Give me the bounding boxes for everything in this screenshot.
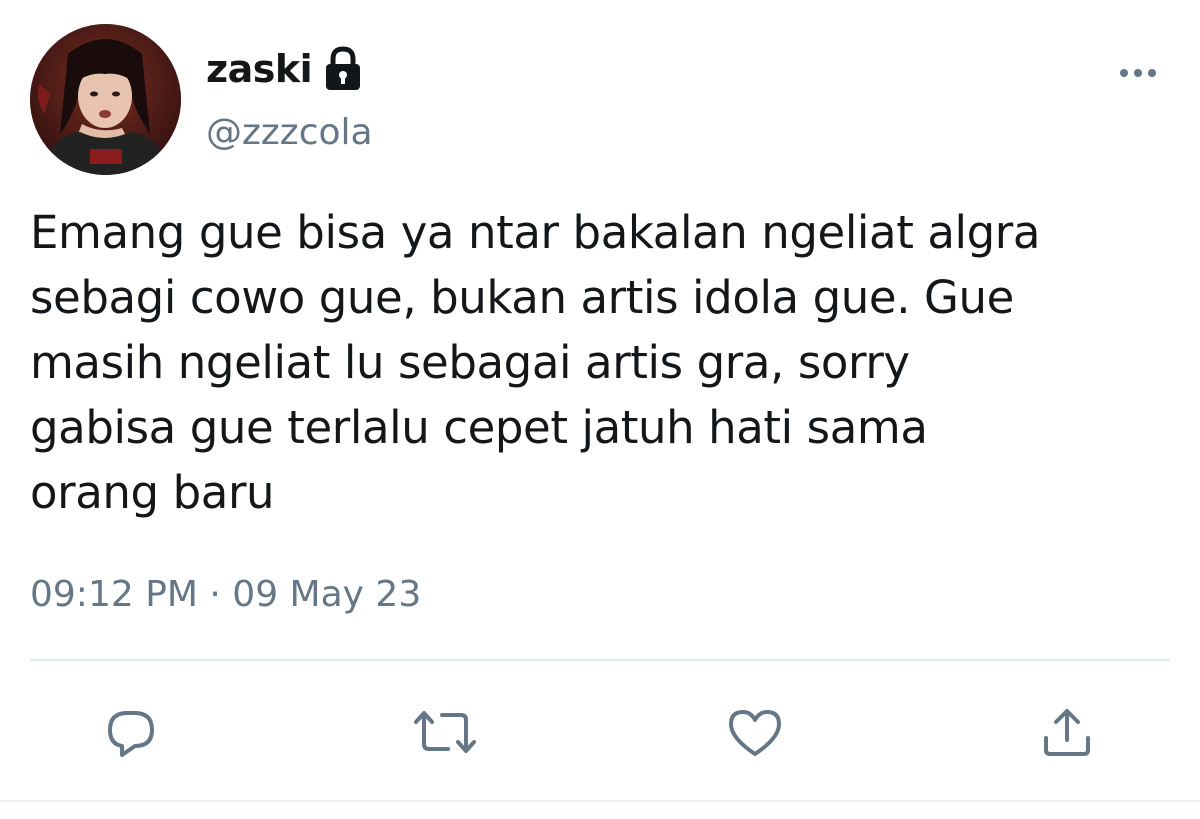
- tweet-card: zaski @zzzcola Emang gue bisa ya ntar ba…: [0, 0, 1200, 819]
- divider: [30, 659, 1170, 661]
- tweet-text-line: sebagi cowo gue, bukan artis idola gue. …: [30, 271, 1014, 324]
- more-dots-icon[interactable]: [1114, 58, 1162, 88]
- tweet-text-line: Emang gue bisa ya ntar bakalan ngeliat a…: [30, 206, 1041, 259]
- tweet-text-line: masih ngeliat lu sebagai artis gra, sorr…: [30, 336, 910, 389]
- lock-icon: [322, 46, 364, 92]
- user-handle[interactable]: @zzzcola: [206, 112, 373, 153]
- reply-icon[interactable]: [102, 704, 160, 762]
- share-icon[interactable]: [1038, 704, 1096, 762]
- tweet-text-line: orang baru: [30, 466, 275, 519]
- display-name-row: zaski: [206, 42, 364, 96]
- heart-icon[interactable]: [726, 704, 784, 762]
- bottom-divider: [0, 800, 1200, 802]
- tweet-timestamp[interactable]: 09:12 PM · 09 May 23: [30, 574, 421, 615]
- retweet-icon[interactable]: [410, 704, 476, 762]
- display-name[interactable]: zaski: [206, 47, 313, 91]
- avatar[interactable]: [30, 24, 181, 175]
- avatar-image: [30, 24, 181, 175]
- tweet-text: Emang gue bisa ya ntar bakalan ngeliat a…: [30, 200, 1180, 525]
- tweet-text-line: gabisa gue terlalu cepet jatuh hati sama: [30, 401, 928, 454]
